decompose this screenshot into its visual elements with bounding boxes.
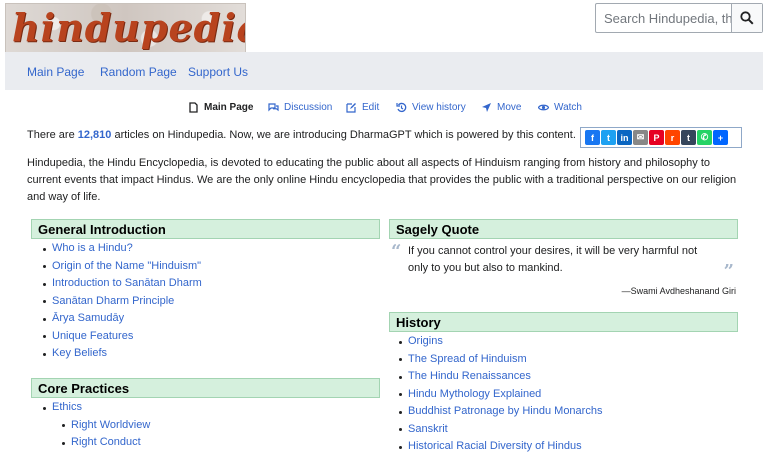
quote-text: If you cannot control your desires, it w… <box>408 245 698 274</box>
tab-watch-label: Watch <box>554 102 582 113</box>
list-item[interactable]: Hindu Mythology Explained <box>399 386 734 404</box>
sagely-quote-header: Sagely Quote <box>389 219 738 239</box>
list-item[interactable]: Buddhist Patronage by Hindu Monarchs <box>399 403 734 421</box>
tab-watch[interactable]: Watch <box>538 102 582 113</box>
list-item[interactable]: Origins <box>399 333 734 351</box>
site-logo[interactable]: hindupedia <box>5 3 246 54</box>
reddit-icon[interactable]: r <box>665 130 680 145</box>
search-icon <box>740 11 754 25</box>
list-item[interactable]: Origin of the Name "Hinduism" <box>43 258 373 276</box>
search-input[interactable] <box>596 4 738 32</box>
history-header: History <box>389 312 738 332</box>
article-count-link[interactable]: 12,810 <box>78 129 112 141</box>
general-introduction-list: Who is a Hindu? Origin of the Name "Hind… <box>43 240 373 363</box>
core-practices-header: Core Practices <box>31 378 380 398</box>
page-actions: Main Page Discussion Edit View history M… <box>0 102 768 118</box>
ghost-text <box>190 200 193 212</box>
general-introduction-header: General Introduction <box>31 219 380 239</box>
close-quote-icon: ” <box>723 261 734 282</box>
nav-support-us[interactable]: Support Us <box>188 65 248 79</box>
tab-edit-label: Edit <box>362 102 380 113</box>
list-item[interactable]: The Spread of Hinduism <box>399 351 734 369</box>
email-icon[interactable]: ✉ <box>633 130 648 145</box>
intro-before: There are <box>27 129 78 141</box>
list-item[interactable]: Right Worldview <box>43 417 373 435</box>
add-share-icon[interactable]: + <box>713 130 728 145</box>
list-item[interactable]: Unique Features <box>43 328 373 346</box>
history-icon <box>396 102 407 113</box>
tab-edit[interactable]: Edit <box>346 102 379 113</box>
list-item[interactable]: Right Conduct <box>43 434 373 452</box>
list-item[interactable]: Key Beliefs <box>43 345 373 363</box>
twitter-icon[interactable]: t <box>601 130 616 145</box>
open-quote-icon: “ <box>391 241 402 262</box>
linkedin-icon[interactable]: in <box>617 130 632 145</box>
logo-text: hindupedia <box>12 5 246 50</box>
tab-main-page[interactable]: Main Page <box>188 102 253 113</box>
tab-view-history-label: View history <box>412 102 466 113</box>
facebook-icon[interactable]: f <box>585 130 600 145</box>
tab-move[interactable]: Move <box>481 102 521 113</box>
tab-discussion-label: Discussion <box>284 102 333 113</box>
list-item[interactable]: Ārya Samudāy <box>43 310 373 328</box>
list-item[interactable]: Introduction to Sanātan Dharm <box>43 275 373 293</box>
site-description: Hindupedia, the Hindu Encyclopedia, is d… <box>27 157 737 203</box>
list-item[interactable]: Who is a Hindu? <box>43 240 373 258</box>
history-list: Origins The Spread of Hinduism The Hindu… <box>399 333 734 456</box>
page-icon <box>189 102 198 113</box>
nav-main-page[interactable]: Main Page <box>27 65 84 79</box>
list-item[interactable]: Historical Racial Diversity of Hindus <box>399 438 734 456</box>
list-item[interactable]: Ethics <box>43 399 373 417</box>
whatsapp-icon[interactable]: ✆ <box>697 130 712 145</box>
eye-icon <box>538 104 549 111</box>
tab-main-page-label: Main Page <box>204 102 254 113</box>
share-bar: f t in ✉ Pr t ✆ + <box>580 127 742 148</box>
list-item[interactable]: Sanskrit <box>399 421 734 439</box>
intro-text: There are 12,810 articles on Hindupedia.… <box>27 129 576 141</box>
tab-discussion[interactable]: Discussion <box>268 102 332 113</box>
top-nav: Main Page Random Page Support Us <box>5 52 763 90</box>
list-item[interactable]: Sanātan Dharm Principle <box>43 293 373 311</box>
nav-random-page[interactable]: Random Page <box>100 65 177 79</box>
core-practices-list: Ethics Right Worldview Right Conduct <box>43 399 373 452</box>
tab-view-history[interactable]: View history <box>396 102 466 113</box>
tab-move-label: Move <box>497 102 522 113</box>
list-item[interactable]: The Hindu Renaissances <box>399 368 734 386</box>
edit-icon <box>346 103 356 113</box>
quote-author: —Swami Avdheshanand Giri <box>621 286 736 296</box>
discussion-icon <box>268 103 279 112</box>
search-box <box>595 3 763 33</box>
search-button[interactable] <box>731 4 762 32</box>
intro-after: articles on Hindupedia. Now, we are intr… <box>111 129 576 141</box>
move-icon <box>482 103 491 112</box>
pinterest-icon[interactable]: P <box>649 130 664 145</box>
tumblr-icon[interactable]: t <box>681 130 696 145</box>
